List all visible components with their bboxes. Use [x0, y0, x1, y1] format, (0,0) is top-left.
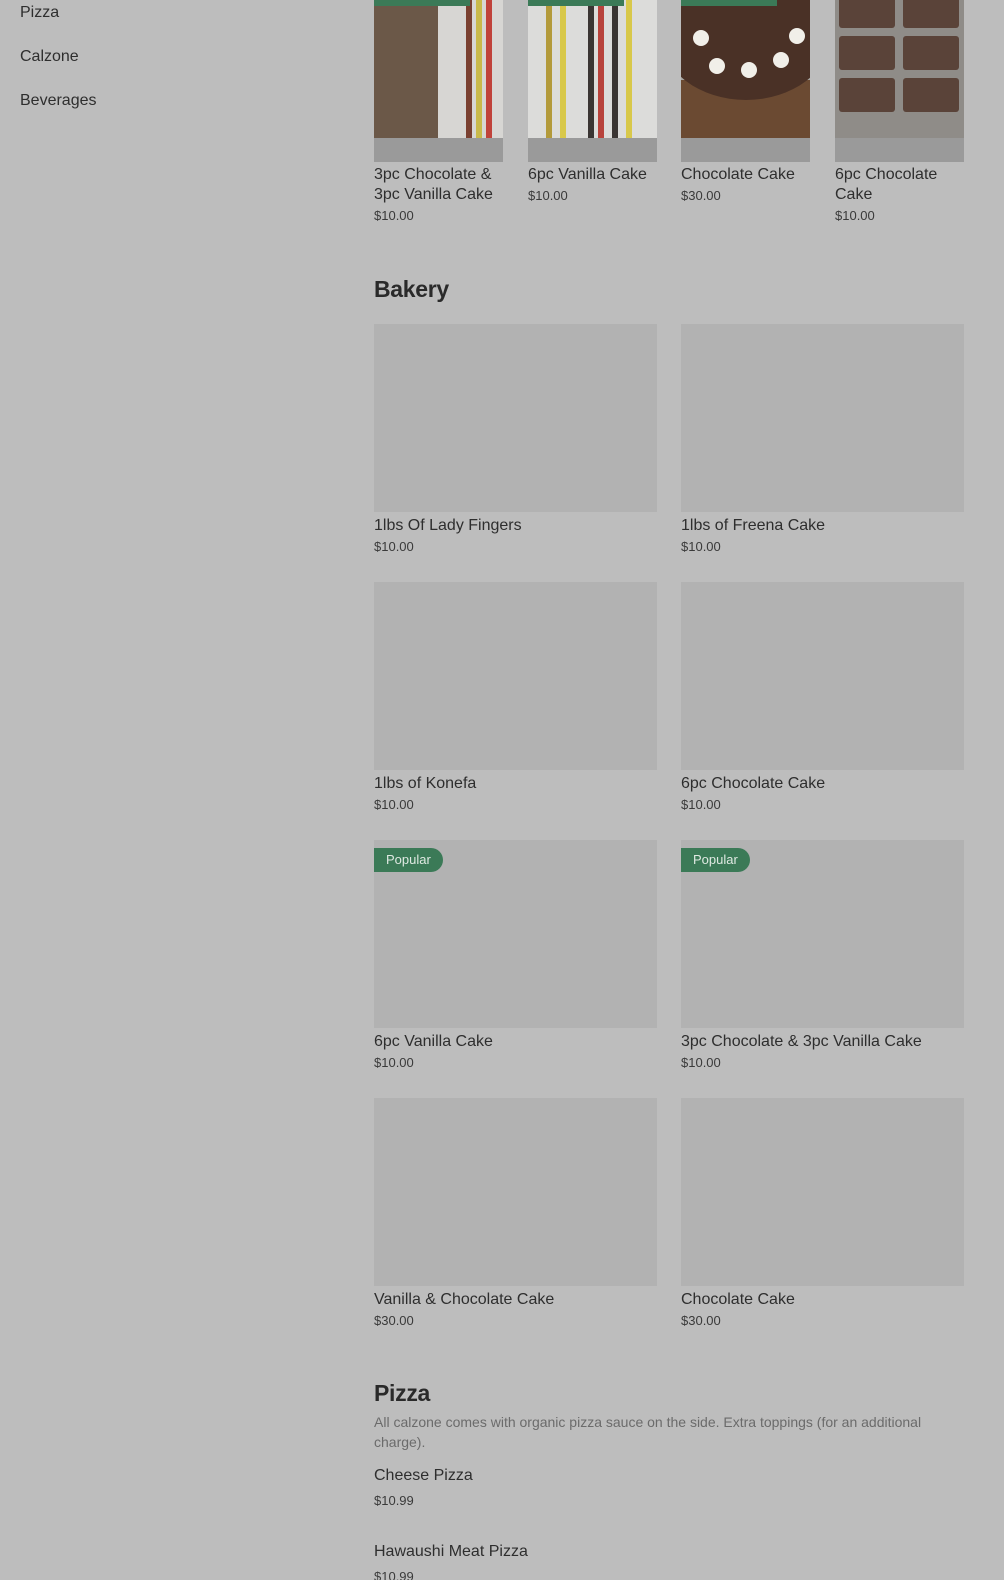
item-photo-placeholder	[374, 324, 657, 512]
category-sidebar: Pizza Calzone Beverages	[20, 0, 320, 132]
item-photo-placeholder	[374, 582, 657, 770]
item-name: 1lbs of Konefa	[374, 775, 477, 792]
item-price: $10.00	[374, 797, 414, 812]
item-photo-placeholder	[681, 324, 964, 512]
menu-item-card[interactable]: 1lbs of Freena Cake $10.00	[681, 324, 964, 554]
item-photo	[528, 0, 657, 162]
item-photo	[681, 0, 810, 162]
menu-item-card[interactable]: 6pc Chocolate Cake $10.00	[681, 582, 964, 812]
menu-item-card[interactable]: Popular 6pc Vanilla Cake $10.00	[374, 840, 657, 1070]
item-name: Cheese Pizza	[374, 1467, 473, 1484]
item-price: $10.00	[681, 797, 721, 812]
sidebar-item-beverages[interactable]: Beverages	[20, 88, 320, 132]
item-price: $10.00	[374, 208, 414, 223]
menu-item-card[interactable]: Chocolate Cake $30.00	[681, 1098, 964, 1328]
item-photo-placeholder	[681, 582, 964, 770]
item-price: $10.00	[681, 539, 721, 554]
menu-item-card[interactable]: 3pc Chocolate & 3pc Vanilla Cake $10.00	[374, 0, 503, 223]
item-price: $30.00	[681, 1313, 721, 1328]
item-price: $10.00	[835, 208, 875, 223]
item-name: 1lbs of Freena Cake	[681, 517, 826, 534]
popular-badge: Popular	[374, 848, 443, 872]
item-photo-placeholder	[374, 1098, 657, 1286]
item-name: Chocolate Cake	[681, 166, 795, 183]
item-name: 6pc Vanilla Cake	[528, 166, 647, 183]
sidebar-item-calzone[interactable]: Calzone	[20, 44, 320, 88]
item-price: $10.99	[374, 1569, 414, 1580]
menu-item-card[interactable]: Popular 3pc Chocolate & 3pc Vanilla Cake…	[681, 840, 964, 1070]
item-photo-placeholder: Popular	[681, 840, 964, 1028]
item-price: $30.00	[374, 1313, 414, 1328]
menu-item-card[interactable]: 6pc Vanilla Cake $10.00	[528, 0, 657, 203]
item-name: 1lbs Of Lady Fingers	[374, 517, 522, 534]
item-name: 3pc Chocolate & 3pc Vanilla Cake	[681, 1033, 922, 1050]
menu-item-card[interactable]: 1lbs Of Lady Fingers $10.00	[374, 324, 657, 554]
section-title-bakery: Bakery	[374, 276, 449, 302]
menu-item-card[interactable]: 1lbs of Konefa $10.00	[374, 582, 657, 812]
menu-item-card[interactable]: 6pc Chocolate Cake $10.00	[835, 0, 964, 223]
menu-item-card[interactable]: Vanilla & Chocolate Cake $30.00	[374, 1098, 657, 1328]
item-name: 6pc Chocolate Cake	[835, 166, 938, 203]
menu-item-row[interactable]: Cheese Pizza $10.99	[374, 1467, 473, 1508]
item-photo-placeholder: Popular	[374, 840, 657, 1028]
section-title-pizza: Pizza	[374, 1380, 431, 1406]
item-photo	[374, 0, 503, 162]
item-name: 6pc Chocolate Cake	[681, 775, 826, 792]
item-name: 6pc Vanilla Cake	[374, 1033, 493, 1050]
item-price: $10.00	[681, 1055, 721, 1070]
item-name: Hawaushi Meat Pizza	[374, 1543, 528, 1560]
sidebar-item-pizza[interactable]: Pizza	[20, 0, 320, 44]
item-name: Chocolate Cake	[681, 1291, 795, 1308]
menu-item-row[interactable]: Hawaushi Meat Pizza $10.99	[374, 1543, 528, 1580]
item-photo-placeholder	[681, 1098, 964, 1286]
item-name: Vanilla & Chocolate Cake	[374, 1291, 555, 1308]
item-price: $10.00	[528, 188, 568, 203]
menu-item-card[interactable]: Chocolate Cake $30.00	[681, 0, 810, 203]
popular-badge: Popular	[681, 848, 750, 872]
section-description: All calzone comes with organic pizza sau…	[374, 1414, 922, 1450]
item-price: $30.00	[681, 188, 721, 203]
item-name: 3pc Chocolate & 3pc Vanilla Cake	[374, 166, 493, 203]
item-price: $10.99	[374, 1493, 414, 1508]
item-photo	[835, 0, 964, 162]
item-price: $10.00	[374, 539, 414, 554]
item-price: $10.00	[374, 1055, 414, 1070]
